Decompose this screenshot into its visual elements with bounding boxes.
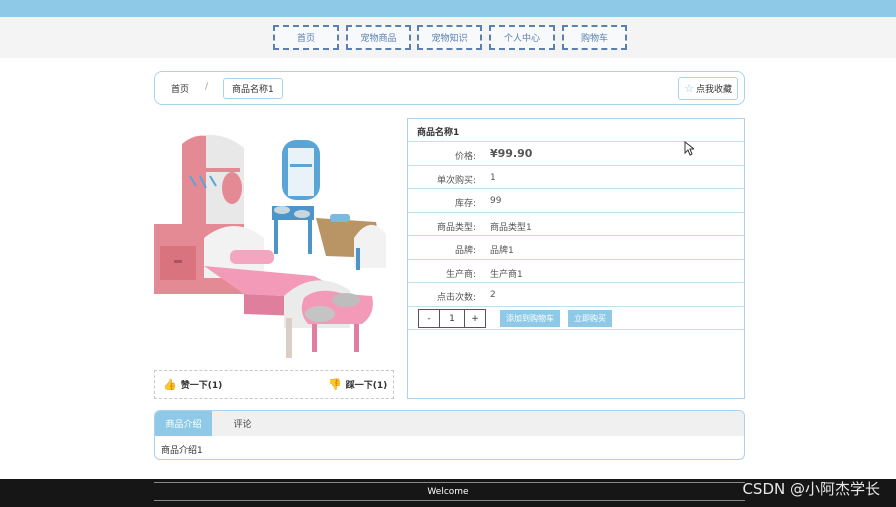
info-row-clicks: 点击次数: 2: [408, 283, 744, 307]
thumbs-up-icon: 👍: [163, 378, 177, 391]
thumbs-down-icon: 👎: [328, 378, 342, 391]
single-purchase-value: 1: [490, 172, 496, 183]
product-tabs: 商品介绍 评论 商品介绍1: [154, 410, 745, 460]
brand-label: 品牌:: [454, 246, 476, 256]
vote-box: 👍 赞一下(1) 👎 踩一下(1): [154, 370, 394, 399]
category-label: 商品类型:: [436, 222, 476, 233]
quantity-minus-button[interactable]: -: [419, 310, 439, 327]
product-image: [154, 134, 386, 358]
mouse-cursor-icon: [684, 141, 694, 156]
buy-now-button[interactable]: 立即购买: [568, 310, 612, 327]
dislike-button[interactable]: 👎 踩一下(1): [328, 378, 387, 391]
csdn-watermark: CSDN @小阿杰学长: [742, 480, 880, 498]
nav-item-pet-products[interactable]: 宠物商品: [346, 25, 411, 50]
manufacturer-value: 生产商1: [490, 269, 523, 280]
nav-item-pet-knowledge[interactable]: 宠物知识: [417, 25, 482, 50]
breadcrumb: 首页 / 商品名称1 ☆ 点我收藏: [154, 71, 745, 105]
info-row-brand: 品牌: 品牌1: [408, 236, 744, 260]
favorite-button[interactable]: ☆ 点我收藏: [678, 77, 738, 100]
footer-divider: [154, 482, 745, 483]
favorite-label: 点我收藏: [695, 85, 732, 95]
dislike-label: 踩一下(1): [345, 381, 388, 391]
product-title: 商品名称1: [408, 119, 744, 142]
nav-item-personal-center[interactable]: 个人中心: [489, 25, 555, 50]
tab-product-intro[interactable]: 商品介绍: [155, 411, 212, 436]
quantity-plus-button[interactable]: +: [465, 310, 485, 327]
add-to-cart-button[interactable]: 添加到购物车: [500, 310, 560, 327]
clicks-label: 点击次数:: [436, 293, 476, 303]
info-row-single-purchase: 单次购买: 1: [408, 166, 744, 189]
breadcrumb-home[interactable]: 首页: [171, 82, 189, 95]
price-label: 价格:: [454, 152, 476, 162]
clicks-value: 2: [490, 290, 496, 300]
like-button[interactable]: 👍 赞一下(1): [163, 378, 222, 391]
product-info-panel: 商品名称1 价格: ¥99.90 单次购买: 1 库存: 99 商品类型: 商品…: [407, 118, 745, 399]
tab-header: 商品介绍 评论: [155, 411, 744, 436]
info-row-stock: 库存: 99: [408, 189, 744, 213]
brand-value: 品牌1: [490, 246, 514, 256]
quantity-input[interactable]: 1: [439, 310, 465, 327]
breadcrumb-separator: /: [205, 82, 209, 92]
breadcrumb-current: 商品名称1: [223, 78, 283, 99]
single-purchase-label: 单次购买:: [436, 175, 476, 186]
nav-item-home[interactable]: 首页: [273, 25, 339, 50]
footer-divider-bottom: [154, 500, 745, 501]
star-icon: ☆: [684, 82, 694, 95]
tab-comments[interactable]: 评论: [215, 411, 270, 436]
stock-label: 库存:: [454, 199, 476, 209]
tab-content: 商品介绍1: [161, 446, 203, 456]
main-nav: 首页 宠物商品 宠物知识 个人中心 购物车: [0, 17, 896, 58]
like-label: 赞一下(1): [180, 381, 223, 391]
price-value: ¥99.90: [490, 147, 533, 160]
info-row-manufacturer: 生产商: 生产商1: [408, 260, 744, 283]
category-value: 商品类型1: [490, 222, 532, 233]
stock-value: 99: [490, 196, 502, 206]
top-color-bar: [0, 0, 896, 17]
manufacturer-label: 生产商:: [445, 269, 476, 280]
nav-item-cart[interactable]: 购物车: [562, 25, 627, 50]
quantity-stepper: - 1 +: [418, 309, 486, 328]
info-row-category: 商品类型: 商品类型1: [408, 213, 744, 236]
